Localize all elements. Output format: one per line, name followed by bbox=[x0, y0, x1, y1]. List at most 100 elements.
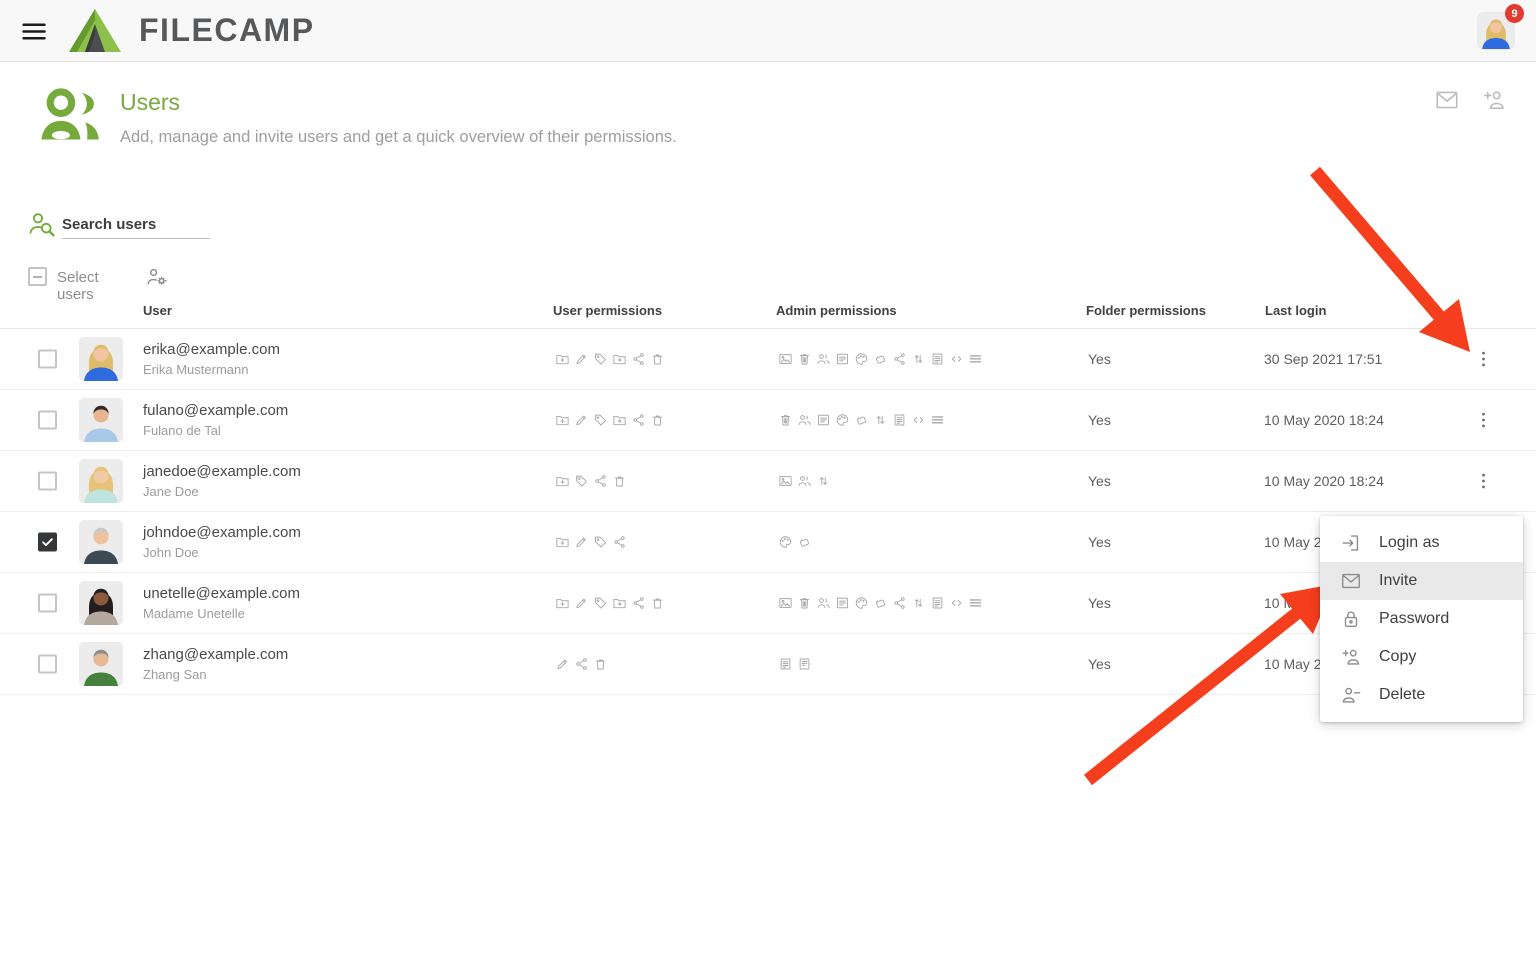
menu-item-password[interactable]: Password bbox=[1320, 600, 1523, 638]
invite-users-button[interactable] bbox=[1434, 87, 1460, 113]
tag-icon bbox=[593, 352, 608, 367]
user-avatar bbox=[79, 398, 123, 442]
user-email: unetelle@example.com bbox=[143, 585, 300, 602]
search-users-icon[interactable] bbox=[26, 209, 57, 239]
folder-arrow-icon bbox=[612, 352, 627, 367]
user-permissions bbox=[555, 596, 665, 611]
admin-permissions bbox=[778, 352, 983, 367]
row-checkbox[interactable] bbox=[38, 594, 57, 613]
user-settings-button[interactable] bbox=[145, 265, 168, 288]
share-icon bbox=[892, 596, 907, 611]
menu-item-label: Delete bbox=[1379, 686, 1425, 704]
share-icon bbox=[631, 413, 646, 428]
image-icon bbox=[778, 352, 793, 367]
user-permissions bbox=[555, 657, 608, 672]
user-identity: zhang@example.comZhang San bbox=[143, 646, 288, 682]
menu-item-label: Copy bbox=[1379, 648, 1416, 666]
code-icon bbox=[911, 413, 926, 428]
user-email: janedoe@example.com bbox=[143, 463, 301, 480]
kebab-menu-icon[interactable] bbox=[1473, 471, 1494, 492]
admin-permissions bbox=[778, 596, 983, 611]
users-icon bbox=[816, 352, 831, 367]
folder-permission-value: Yes bbox=[1088, 351, 1111, 367]
search-input[interactable]: Search users bbox=[62, 210, 210, 239]
menu-item-invite[interactable]: Invite bbox=[1320, 562, 1523, 600]
image-icon bbox=[778, 596, 793, 611]
column-header-last-login: Last login bbox=[1265, 303, 1326, 318]
share-icon bbox=[612, 535, 627, 550]
sort-icon bbox=[911, 596, 926, 611]
notification-badge[interactable]: 9 bbox=[1505, 4, 1524, 23]
hamburger-icon[interactable] bbox=[20, 19, 46, 44]
kebab-menu-icon[interactable] bbox=[1473, 410, 1494, 431]
share-icon bbox=[892, 352, 907, 367]
user-avatar bbox=[79, 459, 123, 503]
remove-users-button[interactable] bbox=[181, 265, 204, 288]
column-header-user: User bbox=[143, 303, 172, 318]
user-permissions bbox=[555, 413, 665, 428]
menu-item-login-as[interactable]: Login as bbox=[1320, 524, 1523, 562]
menu-item-delete[interactable]: Delete bbox=[1320, 676, 1523, 714]
admin-permissions bbox=[778, 535, 812, 550]
user-rows: erika@example.comErika MustermannYes30 S… bbox=[0, 329, 1536, 695]
select-all-checkbox[interactable] bbox=[28, 267, 47, 286]
pencil-icon bbox=[574, 535, 589, 550]
user-permissions bbox=[555, 352, 665, 367]
folder-arrow-icon bbox=[612, 596, 627, 611]
sort-icon bbox=[911, 352, 926, 367]
brand-logo[interactable]: FILECAMP bbox=[68, 8, 315, 53]
annotation-arrow-kebab bbox=[1315, 171, 1470, 352]
row-checkbox[interactable] bbox=[38, 472, 57, 491]
menu-item-copy[interactable]: Copy bbox=[1320, 638, 1523, 676]
pencil-icon bbox=[574, 352, 589, 367]
menu-item-label: Password bbox=[1379, 610, 1449, 628]
topbar: FILECAMP 9 bbox=[0, 0, 1536, 62]
doc-icon bbox=[778, 657, 793, 672]
table-row: zhang@example.comZhang SanYes10 May 2020… bbox=[0, 634, 1536, 695]
folder-arrow-icon bbox=[612, 413, 627, 428]
users-icon bbox=[797, 413, 812, 428]
menu-item-label: Invite bbox=[1379, 572, 1417, 590]
user-avatar bbox=[79, 520, 123, 564]
users-icon bbox=[816, 596, 831, 611]
user-avatar bbox=[79, 642, 123, 686]
column-header-user-permissions: User permissions bbox=[553, 303, 662, 318]
doc-icon bbox=[892, 413, 907, 428]
folder-permission-value: Yes bbox=[1088, 534, 1111, 550]
last-login-value: 10 May 2020 18:24 bbox=[1264, 473, 1384, 489]
trash-icon bbox=[650, 352, 665, 367]
note-icon bbox=[873, 352, 888, 367]
person-plus-icon bbox=[1340, 646, 1362, 668]
trash-icon bbox=[593, 657, 608, 672]
menu-item-label: Login as bbox=[1379, 534, 1440, 552]
pencil-icon bbox=[555, 657, 570, 672]
tag-icon bbox=[593, 535, 608, 550]
note-icon bbox=[873, 596, 888, 611]
user-identity: fulano@example.comFulano de Tal bbox=[143, 402, 288, 438]
user-identity: janedoe@example.comJane Doe bbox=[143, 463, 301, 499]
share-icon bbox=[593, 474, 608, 489]
user-permissions bbox=[555, 474, 627, 489]
palette-icon bbox=[854, 596, 869, 611]
column-header-folder-permissions: Folder permissions bbox=[1086, 303, 1206, 318]
palette-icon bbox=[854, 352, 869, 367]
row-checkbox[interactable] bbox=[38, 533, 57, 552]
kebab-menu-icon[interactable] bbox=[1473, 349, 1494, 370]
row-checkbox[interactable] bbox=[38, 350, 57, 369]
user-avatar bbox=[79, 337, 123, 381]
person-minus-icon bbox=[1340, 684, 1362, 706]
column-header-admin-permissions: Admin permissions bbox=[776, 303, 897, 318]
logo-triangle-icon bbox=[68, 8, 122, 53]
add-user-button[interactable] bbox=[1481, 87, 1507, 113]
list-icon bbox=[930, 413, 945, 428]
tag-icon bbox=[574, 474, 589, 489]
row-checkbox[interactable] bbox=[38, 411, 57, 430]
table-row: unetelle@example.comMadame UnetelleYes10… bbox=[0, 573, 1536, 634]
table-row: johndoe@example.comJohn DoeYes10 May 202… bbox=[0, 512, 1536, 573]
row-checkbox[interactable] bbox=[38, 655, 57, 674]
tag-icon bbox=[593, 596, 608, 611]
user-name: Fulano de Tal bbox=[143, 423, 288, 438]
user-identity: johndoe@example.comJohn Doe bbox=[143, 524, 301, 560]
share-icon bbox=[631, 596, 646, 611]
sort-icon bbox=[816, 474, 831, 489]
